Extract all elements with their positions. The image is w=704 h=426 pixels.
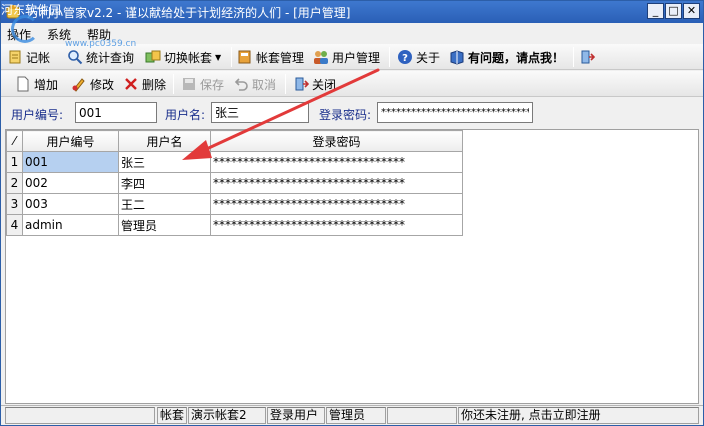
user-manage-label: 用户管理 [332, 50, 381, 65]
cancel-label: 取消 [252, 77, 277, 92]
row-number: 4 [6, 214, 23, 236]
maximize-button[interactable]: □ [665, 3, 682, 19]
add-label: 增加 [34, 77, 59, 92]
status-user-label: 登录用户 [267, 407, 325, 424]
ledger-icon [9, 50, 21, 64]
cell-user-name[interactable]: 王二 [118, 193, 211, 215]
switch-icon [145, 50, 161, 63]
table-row[interactable]: 1 001 张三 *******************************… [6, 151, 463, 173]
cell-password[interactable]: ******************************** [210, 214, 463, 236]
undo-icon [234, 78, 248, 91]
user-id-label: 用户编号: [11, 108, 64, 122]
close-view-label: 关闭 [312, 77, 337, 92]
cell-user-id[interactable]: 001 [22, 151, 119, 173]
about-button[interactable]: ? 关于 [397, 47, 440, 67]
save-label: 保存 [200, 77, 225, 92]
svg-text:?: ? [402, 53, 408, 64]
minimize-button[interactable]: _ [647, 3, 664, 19]
status-account-value: 演示帐套2 [188, 407, 266, 424]
ledger-label: 记帐 [26, 50, 51, 65]
delete-label: 删除 [142, 77, 167, 92]
row-number: 3 [6, 193, 23, 215]
user-name-label: 用户名: [165, 108, 206, 122]
status-account-label: 帐套 [157, 407, 187, 424]
account-book-icon [238, 50, 251, 64]
register-link[interactable]: 你还未注册, 点击立即注册 [458, 407, 699, 424]
users-icon [314, 51, 328, 64]
close-button[interactable]: ✕ [683, 3, 700, 19]
edit-label: 修改 [90, 77, 115, 92]
user-form: 用户编号: 用户名: 登录密码: [1, 98, 703, 128]
table-row[interactable]: 2 002 李四 *******************************… [6, 172, 463, 194]
status-bar: 帐套 演示帐套2 登录用户 管理员 你还未注册, 点击立即注册 [1, 405, 703, 425]
help-icon: ? [398, 50, 412, 64]
exit-button[interactable] [579, 47, 595, 67]
cell-password[interactable]: ******************************** [210, 172, 463, 194]
user-table: ⁄ 用户编号 用户名 登录密码 1 001 张三 ***************… [6, 130, 463, 236]
red-x-icon [125, 78, 137, 90]
watermark-url: www.pc0359.cn [65, 39, 137, 49]
status-blank [5, 407, 155, 424]
table-row[interactable]: 3 003 王二 *******************************… [6, 193, 463, 215]
ask-question-button[interactable]: 有问题，请点我！ [449, 47, 564, 67]
row-number: 2 [6, 172, 23, 194]
cell-user-name[interactable]: 李四 [118, 172, 211, 194]
pencil-icon [72, 78, 85, 92]
user-grid[interactable]: ⁄ 用户编号 用户名 登录密码 1 001 张三 ***************… [5, 129, 699, 404]
close-view-button[interactable]: 关闭 [293, 74, 336, 94]
status-user-value: 管理员 [326, 407, 386, 424]
about-label: 关于 [416, 50, 441, 65]
column-header-password[interactable]: 登录密码 [210, 130, 463, 152]
password-label: 登录密码: [319, 108, 372, 122]
app-window: 万利小管家v2.2 - 谨以献给处于计划经济的人们 - [用户管理] _ □ ✕… [0, 0, 704, 426]
user-name-input[interactable] [211, 102, 309, 123]
stats-query-button[interactable]: 统计查询 [67, 47, 134, 67]
user-id-input[interactable] [75, 102, 157, 123]
switch-account-button[interactable]: 切换帐套 ▼ [145, 47, 221, 67]
cancel-button[interactable]: 取消 [233, 74, 276, 94]
account-set-label: 帐套管理 [256, 50, 305, 65]
watermark-logo-icon [11, 15, 39, 43]
cell-user-name[interactable]: 管理员 [118, 214, 211, 236]
disk-icon [183, 78, 195, 90]
row-number: 1 [6, 151, 23, 173]
exit-door-icon [581, 50, 595, 64]
edit-toolbar: 增加 修改 删除 保存 取消 关闭 [1, 71, 703, 97]
table-header-row: ⁄ 用户编号 用户名 登录密码 [6, 130, 463, 152]
cell-password[interactable]: ******************************** [210, 151, 463, 173]
account-set-button[interactable]: 帐套管理 [237, 47, 304, 67]
stats-query-label: 统计查询 [86, 50, 135, 65]
table-row[interactable]: 4 admin 管理员 ****************************… [6, 214, 463, 236]
column-header-user-name[interactable]: 用户名 [118, 130, 211, 152]
column-header-user-id[interactable]: 用户编号 [22, 130, 119, 152]
watermark-text: 河东软件园 [1, 3, 62, 17]
exit-door-icon [295, 77, 309, 91]
cell-user-id[interactable]: 003 [22, 193, 119, 215]
book-icon [450, 50, 464, 65]
cell-user-name[interactable]: 张三 [118, 151, 211, 173]
ask-question-label: 有问题，请点我！ [468, 50, 565, 65]
title-bar[interactable]: 万利小管家v2.2 - 谨以献给处于计划经济的人们 - [用户管理] _ □ ✕ [1, 1, 703, 23]
delete-button[interactable]: 删除 [123, 74, 166, 94]
window-title: 万利小管家v2.2 - 谨以献给处于计划经济的人们 - [用户管理] [27, 6, 351, 20]
new-page-icon [17, 76, 29, 92]
cell-user-id[interactable]: 002 [22, 172, 119, 194]
chevron-down-icon[interactable]: ▼ [215, 53, 221, 62]
row-indicator-header[interactable]: ⁄ [6, 130, 23, 152]
ledger-button[interactable]: 记帐 [7, 47, 50, 67]
status-spacer [387, 407, 457, 424]
switch-account-label: 切换帐套 [164, 50, 213, 65]
save-button[interactable]: 保存 [181, 74, 224, 94]
add-button[interactable]: 增加 [15, 74, 58, 94]
password-input[interactable] [377, 102, 533, 123]
edit-button[interactable]: 修改 [71, 74, 114, 94]
cell-password[interactable]: ******************************** [210, 193, 463, 215]
user-manage-button[interactable]: 用户管理 [313, 47, 380, 67]
magnifier-icon [68, 50, 83, 65]
cell-user-id[interactable]: admin [22, 214, 119, 236]
